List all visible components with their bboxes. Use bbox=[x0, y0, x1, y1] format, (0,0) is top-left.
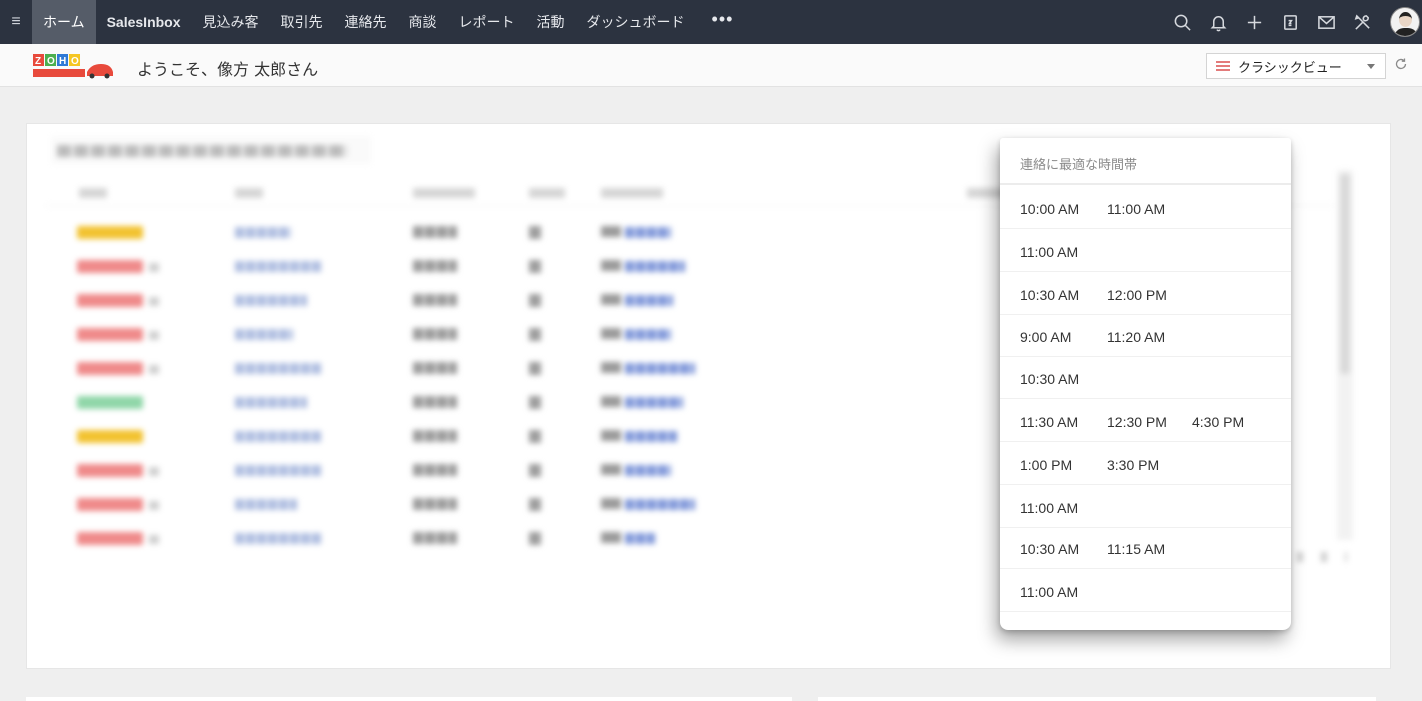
tab-accounts[interactable]: 取引先 bbox=[270, 0, 334, 44]
plus-icon[interactable] bbox=[1236, 0, 1272, 44]
time-slot: 12:00 PM bbox=[1107, 287, 1167, 303]
time-slot: 1:00 PM bbox=[1020, 457, 1073, 473]
time-slot-row: 1:00 PM 3:30 PM bbox=[1000, 442, 1291, 485]
nav-right-icons bbox=[1164, 0, 1422, 44]
dashboard-component-card-2 bbox=[26, 697, 792, 701]
user-avatar[interactable] bbox=[1390, 7, 1420, 37]
table-row[interactable] bbox=[45, 216, 1005, 250]
welcome-header: Z O H O ようこそ、像方 太郎さん クラシックビュー bbox=[0, 44, 1422, 87]
time-slot-row: 11:00 AM bbox=[1000, 229, 1291, 272]
table-row[interactable] bbox=[45, 318, 1005, 352]
time-slot-row: 11:00 AM bbox=[1000, 485, 1291, 528]
tab-activities[interactable]: 活動 bbox=[526, 0, 576, 44]
popup-title: 連絡に最適な時間帯 bbox=[1000, 138, 1291, 185]
time-slot: 12:30 PM bbox=[1107, 414, 1167, 430]
welcome-message: ようこそ、像方 太郎さん bbox=[137, 60, 319, 79]
time-slot: 9:00 AM bbox=[1020, 329, 1072, 345]
refresh-icon[interactable] bbox=[1394, 57, 1408, 71]
time-slot: 11:00 AM bbox=[1020, 244, 1079, 260]
time-slot-row: 10:30 AM bbox=[1000, 356, 1291, 399]
mail-icon[interactable] bbox=[1308, 0, 1344, 44]
hamburger-menu-icon[interactable]: ≡ bbox=[0, 0, 32, 44]
view-selector-label: クラシックビュー bbox=[1238, 60, 1342, 76]
table-row[interactable] bbox=[45, 386, 1005, 420]
list-view-icon bbox=[1216, 61, 1230, 71]
tab-deals[interactable]: 商談 bbox=[398, 0, 448, 44]
time-slot: 11:00 AM bbox=[1020, 500, 1079, 516]
tab-contacts[interactable]: 連絡先 bbox=[334, 0, 398, 44]
table-row[interactable] bbox=[45, 352, 1005, 386]
dashboard-component-card-3 bbox=[818, 697, 1376, 701]
time-slot: 11:30 AM bbox=[1020, 414, 1079, 430]
best-time-to-contact-popup: 連絡に最適な時間帯 10:00 AM 11:00 AM 11:00 AM 10:30 … bbox=[1000, 138, 1291, 630]
table-row[interactable] bbox=[45, 454, 1005, 488]
svg-text:O: O bbox=[71, 56, 79, 67]
table-row[interactable] bbox=[45, 420, 1005, 454]
search-icon[interactable] bbox=[1164, 0, 1200, 44]
time-slot: 11:00 AM bbox=[1020, 584, 1079, 600]
time-slot-row: 10:30 AM 11:15 AM bbox=[1000, 526, 1291, 569]
time-slot: 11:15 AM bbox=[1107, 541, 1166, 557]
bell-icon[interactable] bbox=[1200, 0, 1236, 44]
svg-text:H: H bbox=[59, 56, 66, 67]
tab-leads[interactable]: 見込み客 bbox=[192, 0, 270, 44]
time-slot-row: 11:30 AM 12:30 PM 4:30 PM bbox=[1000, 399, 1291, 442]
time-slot: 10:30 AM bbox=[1020, 541, 1080, 557]
svg-text:Z: Z bbox=[35, 56, 41, 67]
chevron-down-icon bbox=[1367, 64, 1375, 69]
table-row[interactable] bbox=[45, 522, 1005, 556]
pagination-dots bbox=[1297, 552, 1347, 562]
more-tabs-button[interactable]: ••• bbox=[696, 0, 750, 41]
time-slot-row: 10:30 AM 12:00 PM bbox=[1000, 272, 1291, 315]
calendar-icon[interactable] bbox=[1272, 0, 1308, 44]
zoho-logo: Z O H O bbox=[33, 54, 113, 79]
time-slot: 11:00 AM bbox=[1107, 201, 1166, 217]
time-slot: 11:20 AM bbox=[1107, 329, 1166, 345]
view-selector-dropdown[interactable]: クラシックビュー bbox=[1206, 53, 1386, 79]
tab-salesinbox[interactable]: SalesInbox bbox=[96, 0, 192, 44]
table-row[interactable] bbox=[45, 488, 1005, 522]
table-row[interactable] bbox=[45, 250, 1005, 284]
tab-dashboards[interactable]: ダッシュボード bbox=[576, 0, 696, 44]
table-scrollbar[interactable] bbox=[1337, 170, 1353, 540]
time-slot-row: 11:00 AM bbox=[1000, 569, 1291, 612]
time-slot-row: 9:00 AM 11:20 AM bbox=[1000, 314, 1291, 357]
time-slot: 10:30 AM bbox=[1020, 371, 1080, 387]
table-row[interactable] bbox=[45, 284, 1005, 318]
tab-reports[interactable]: レポート bbox=[448, 0, 526, 44]
time-slot: 10:00 AM bbox=[1020, 201, 1080, 217]
top-navigation: ≡ ホーム SalesInbox 見込み客 取引先 連絡先 商談 レポート 活動… bbox=[0, 0, 1422, 44]
tab-home[interactable]: ホーム bbox=[32, 0, 96, 44]
time-slot: 4:30 PM bbox=[1192, 414, 1245, 430]
component-title bbox=[51, 136, 371, 164]
svg-text:O: O bbox=[47, 56, 55, 67]
time-slot: 3:30 PM bbox=[1107, 457, 1160, 473]
tools-icon[interactable] bbox=[1344, 0, 1380, 44]
time-slot: 10:30 AM bbox=[1020, 287, 1080, 303]
time-slot-row: 10:00 AM 11:00 AM bbox=[1000, 186, 1291, 229]
